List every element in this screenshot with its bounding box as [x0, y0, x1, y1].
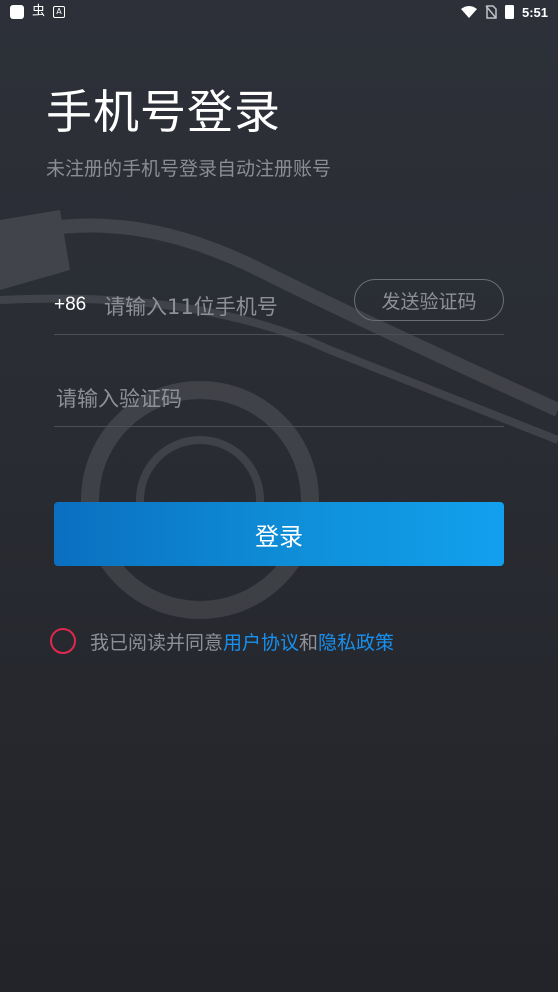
clock: 5:51 — [521, 4, 548, 20]
agreement-conjunction-text: 和 — [299, 631, 319, 654]
user-agreement-link[interactable]: 用户协议 — [223, 628, 299, 655]
no-sim-icon — [485, 5, 497, 19]
country-code-label[interactable]: +86 — [54, 294, 86, 316]
status-bar: 虫 A 5:51 — [0, 0, 558, 24]
agreement-row: 我已阅读并同意 用户协议 和 隐私政策 — [50, 626, 394, 656]
status-left: 虫 A — [10, 4, 66, 19]
phone-field-row: +86 发送验证码 — [54, 276, 504, 335]
background-car-image — [0, 210, 558, 619]
phone-number-input[interactable] — [102, 286, 346, 328]
login-button[interactable]: 登录 — [54, 502, 504, 566]
status-right: 5:51 — [460, 4, 548, 20]
verification-code-input[interactable] — [54, 378, 458, 420]
a-badge-icon: A — [53, 6, 66, 18]
agreement-prefix-text: 我已阅读并同意 — [90, 631, 224, 654]
bug-icon: 虫 — [32, 4, 46, 19]
agreement-checkbox[interactable] — [50, 628, 76, 654]
verification-code-field-row — [54, 370, 504, 427]
send-verification-code-button[interactable]: 发送验证码 — [354, 279, 504, 321]
wifi-icon — [460, 6, 477, 18]
page-subtitle: 未注册的手机号登录自动注册账号 — [46, 158, 332, 180]
battery-icon — [504, 5, 514, 19]
page-title: 手机号登录 — [46, 85, 281, 139]
square-app-icon — [10, 5, 24, 19]
privacy-policy-link[interactable]: 隐私政策 — [318, 628, 394, 655]
